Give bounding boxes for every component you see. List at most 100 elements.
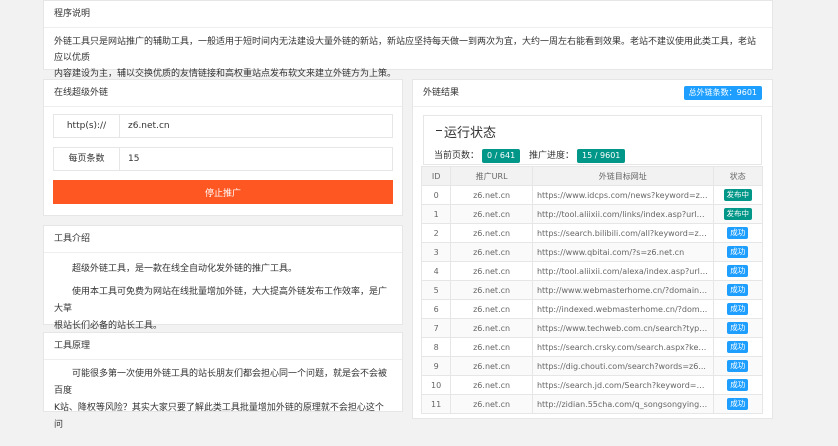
status-badge: 成功 [727,227,749,239]
row-target-url[interactable]: https://search.bilibili.com/all?keyword=… [531,223,714,243]
run-status-title: 运行状态 [434,122,751,141]
row-status-cell: 成功 [712,242,764,262]
tool-intro-p2-line1: 使用本工具可免费为网站在线批量增加外链，大大提高外链发布工作效率，是广大草 [54,287,388,314]
run-status-box: 运行状态 当前页数： 0 / 641 推广进度： 15 / 9601 [423,115,762,165]
row-source-url: z6.net.cn [450,280,533,300]
status-badge: 成功 [727,246,749,258]
table-row: 4 z6.net.cn http://tool.aliixii.com/alexa/… [420,261,764,281]
row-source-url: z6.net.cn [450,356,533,376]
col-url-header: 外链目标网址 [531,166,714,186]
status-badge: 成功 [727,303,749,315]
progress-label: 推广进度： [529,151,575,161]
per-page-row: 每页条数 [53,147,393,171]
tool-principle-line2: K站、降权等风险？其实大家只要了解此类工具批量增加外链的原理就不会担心这个问 [54,403,384,430]
current-page-badge: 0 / 641 [482,149,521,163]
table-row: 2 z6.net.cn https://search.bilibili.com/al… [420,223,764,243]
tool-intro-title: 工具介绍 [44,226,402,253]
progress-badge: 15 / 9601 [577,149,626,163]
url-row: http(s):// [53,114,393,138]
table-row: 9 z6.net.cn https://dig.chouti.com/search?… [420,356,764,376]
row-target-url[interactable]: http://indexed.webmasterhome.cn/?dom... [531,299,714,319]
row-target-url[interactable]: http://www.webmasterhome.cn/?domain=z6..… [531,280,714,300]
current-page-label: 当前页数： [434,151,480,161]
row-id: 5 [420,280,452,300]
col-status-header: 状态 [712,166,764,186]
row-status-cell: 成功 [712,223,764,243]
per-page-label: 每页条数 [53,147,119,171]
row-source-url: z6.net.cn [450,318,533,338]
col-src-header: 推广URL [450,166,533,186]
row-target-url[interactable]: https://search.jd.com/Search?keyword=z6.… [531,375,714,395]
row-target-url[interactable]: https://dig.chouti.com/search?words=z6..… [531,356,714,376]
row-target-url[interactable]: https://www.qbitai.com/?s=z6.net.cn [531,242,714,262]
tool-principle-title: 工具原理 [44,333,402,360]
row-source-url: z6.net.cn [450,223,533,243]
status-badge: 成功 [727,379,749,391]
row-id: 11 [420,394,452,414]
status-badge: 发布中 [723,189,753,201]
row-id: 10 [420,375,452,395]
row-source-url: z6.net.cn [450,261,533,281]
status-badge: 成功 [727,341,749,353]
row-source-url: z6.net.cn [450,375,533,395]
row-id: 0 [420,185,452,205]
tool-intro-p1: 超级外链工具，是一款在线全自动化发外链的推广工具。 [72,264,298,274]
results-header-row: ID 推广URL 外链目标网址 状态 [420,166,764,186]
row-status-cell: 发布中 [712,204,764,224]
table-row: 10 z6.net.cn https://search.jd.com/Search?… [420,375,764,395]
table-row: 3 z6.net.cn https://www.qbitai.com/?s=z6.n… [420,242,764,262]
row-target-url[interactable]: http://zidian.55cha.com/q_songsongyingx.… [531,394,714,414]
table-row: 8 z6.net.cn https://search.crsky.com/searc… [420,337,764,357]
program-description-line1: 外链工具只是网站推广的辅助工具，一般适用于短时间内无法建设大量外链的新站，新站应… [54,37,757,63]
link-results-title: 外链结果 [423,88,460,98]
table-row: 5 z6.net.cn http://www.webmasterhome.cn/?d… [420,280,764,300]
row-source-url: z6.net.cn [450,299,533,319]
col-id-header: ID [420,166,452,186]
row-status-cell: 成功 [712,356,764,376]
per-page-input[interactable] [119,147,393,171]
row-status-cell: 成功 [712,337,764,357]
status-badge: 成功 [727,284,749,296]
url-input[interactable] [119,114,393,138]
row-status-cell: 成功 [712,375,764,395]
link-results-header: 外链结果 总外链条数：9601 [413,80,772,107]
stop-promotion-button[interactable]: 停止推广 [53,180,393,204]
program-description-panel: 程序说明 外链工具只是网站推广的辅助工具，一般适用于短时间内无法建设大量外链的新… [43,0,773,79]
row-target-url[interactable]: http://tool.aliixii.com/links/index.asp?… [531,204,714,224]
row-id: 7 [420,318,452,338]
row-source-url: z6.net.cn [450,337,533,357]
status-badge: 成功 [727,360,749,372]
table-row: 7 z6.net.cn https://www.techweb.com.cn/sea… [420,318,764,338]
status-badge: 成功 [727,322,749,334]
table-row: 0 z6.net.cn https://www.idcps.com/news?key… [420,185,764,205]
row-target-url[interactable]: https://www.techweb.com.cn/search?type..… [531,318,714,338]
row-source-url: z6.net.cn [450,242,533,262]
tool-intro-panel: 工具介绍 超级外链工具，是一款在线全自动化发外链的推广工具。 使用本工具可免费为… [43,225,403,331]
tool-principle-line1: 可能很多第一次使用外链工具的站长朋友们都会担心同一个问题，就是会不会被百度 [54,369,388,396]
results-body: 0 z6.net.cn https://www.idcps.com/news?key… [420,185,764,414]
row-id: 8 [420,337,452,357]
row-target-url[interactable]: http://tool.aliixii.com/alexa/index.asp?… [531,261,714,281]
row-source-url: z6.net.cn [450,394,533,414]
row-target-url[interactable]: https://www.idcps.com/news?keyword=z... [531,185,714,205]
row-id: 1 [420,204,452,224]
table-row: 1 z6.net.cn http://tool.aliixii.com/links/… [420,204,764,224]
table-row: 6 z6.net.cn http://indexed.webmasterhome.c… [420,299,764,319]
row-id: 3 [420,242,452,262]
status-badge: 成功 [727,265,749,277]
row-status-cell: 成功 [712,280,764,300]
row-id: 2 [420,223,452,243]
url-label: http(s):// [53,114,119,138]
program-description-title: 程序说明 [44,1,772,28]
status-badge: 发布中 [723,208,753,220]
online-link-panel: 在线超级外链 http(s):// 每页条数 停止推广 [43,79,403,216]
row-id: 4 [420,261,452,281]
total-links-badge: 总外链条数：9601 [683,86,762,100]
row-id: 6 [420,299,452,319]
row-status-cell: 成功 [712,299,764,319]
row-source-url: z6.net.cn [450,185,533,205]
table-row: 11 z6.net.cn http://zidian.55cha.com/q_son… [420,394,764,414]
results-table: ID 推广URL 外链目标网址 状态 0 z6.net.cn https://www… [420,166,764,414]
row-source-url: z6.net.cn [450,204,533,224]
row-target-url[interactable]: https://search.crsky.com/search.aspx?key… [531,337,714,357]
